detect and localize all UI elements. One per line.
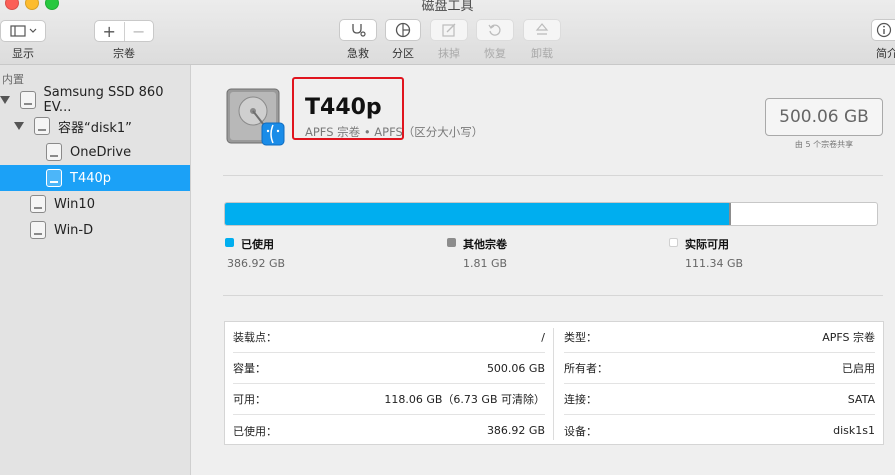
sidebar-item-label: 容器“disk1”: [58, 120, 132, 136]
info-value: APFS 宗卷: [822, 331, 875, 344]
toolbar: 磁盘工具 显示 + − 宗卷 急救 分区 抹掉 恢复 卸载 简介: [0, 0, 895, 65]
section-divider: [223, 295, 883, 296]
volume-disk-icon: [46, 169, 62, 187]
sidebar-item-samsung-ssd[interactable]: Samsung SSD 860 EV...: [0, 85, 190, 115]
usage-bar-used-segment: [225, 203, 729, 225]
section-divider: [223, 175, 883, 176]
info-key: 可用：: [233, 393, 266, 406]
stethoscope-icon: [352, 24, 366, 37]
partition-label: 分区: [392, 47, 414, 60]
internal-disk-icon: [20, 91, 36, 109]
info-key: 已使用：: [233, 424, 277, 438]
legend-free-swatch: [669, 238, 678, 247]
sidebar-item-label: T440p: [70, 170, 112, 186]
plus-icon: +: [102, 21, 116, 41]
info-key: 容量：: [233, 362, 266, 375]
info-label: 简介: [876, 47, 895, 60]
add-volume-button[interactable]: +: [95, 21, 125, 41]
erase-label: 抹掉: [438, 47, 460, 60]
sidebar-item-win-d[interactable]: Win-D: [0, 217, 190, 243]
minus-icon: −: [132, 21, 146, 41]
sidebar-item-label: OneDrive: [70, 144, 132, 160]
info-value: disk1s1: [833, 424, 875, 437]
first-aid-label: 急救: [347, 47, 369, 60]
usage-bar-other-segment: [729, 203, 731, 225]
info-row-connection: 连接： SATA: [564, 384, 875, 415]
volume-label: 宗卷: [113, 47, 135, 60]
info-row-used: 已使用： 386.92 GB: [233, 415, 545, 446]
info-row-type: 类型： APFS 宗卷: [564, 322, 875, 353]
view-menu-button[interactable]: [0, 20, 46, 42]
sidebar-item-label: Win10: [54, 196, 95, 212]
usage-bar: [224, 202, 878, 226]
legend-other-swatch: [447, 238, 456, 247]
sidebar-item-container-disk1[interactable]: 容器“disk1”: [0, 113, 190, 139]
sidebar-item-win10[interactable]: Win10: [0, 191, 190, 217]
container-disk-icon: [34, 117, 50, 135]
disclosure-triangle-icon[interactable]: [0, 96, 10, 104]
info-key: 连接：: [564, 393, 597, 406]
info-value: SATA: [847, 392, 875, 406]
info-key: 所有者：: [564, 362, 608, 375]
sidebar: 内置 Samsung SSD 860 EV... 容器“disk1” OneDr…: [0, 65, 191, 475]
info-column-divider: [553, 328, 554, 440]
legend-other-value: 1.81 GB: [463, 257, 508, 270]
info-row-owners: 所有者： 已启用: [564, 353, 875, 384]
info-key: 设备：: [564, 424, 597, 438]
info-value: 已启用: [842, 362, 875, 375]
info-key: 装载点：: [233, 331, 277, 344]
info-table: 装载点： / 容量： 500.06 GB 可用： 118.06 GB（6.73 …: [224, 321, 884, 445]
partition-button[interactable]: [385, 19, 421, 41]
disclosure-triangle-icon[interactable]: [14, 122, 24, 130]
sidebar-item-label: Win-D: [54, 222, 94, 238]
info-key: 类型：: [564, 331, 597, 344]
window-title: 磁盘工具: [421, 0, 474, 14]
volume-name: T440p: [305, 95, 382, 120]
sidebar-item-label: Samsung SSD 860 EV...: [43, 85, 164, 115]
restore-icon: [488, 24, 501, 36]
restore-button[interactable]: [476, 19, 514, 41]
unmount-button[interactable]: [523, 19, 561, 41]
erase-button[interactable]: [430, 19, 468, 41]
sidebar-item-t440p[interactable]: T440p: [0, 165, 190, 191]
info-row-mount-point: 装载点： /: [233, 322, 545, 353]
capacity-value: 500.06 GB: [779, 107, 869, 127]
sidebar-toggle-icon: [10, 25, 37, 37]
sidebar-section-internal: 内置: [2, 73, 24, 86]
legend-used-value: 386.92 GB: [227, 257, 286, 270]
legend-used-label: 已使用: [241, 238, 274, 251]
legend-other-label: 其他宗卷: [463, 238, 507, 251]
info-icon: [876, 22, 891, 38]
info-value: 386.92 GB: [486, 424, 545, 437]
shared-note: 由 5 个宗卷共享: [794, 140, 854, 149]
legend-used-swatch: [225, 238, 234, 247]
hard-drive-icon: [226, 88, 285, 146]
info-row-device: 设备： disk1s1: [564, 415, 875, 446]
info-value: /: [541, 330, 545, 344]
volume-segmented-control: + −: [94, 20, 154, 42]
info-value: 118.06 GB（6.73 GB 可清除）: [384, 393, 545, 406]
main-panel: T440p APFS 宗卷 • APFS（区分大小写） 500.06 GB 由 …: [191, 65, 895, 475]
capacity-box: 500.06 GB: [765, 98, 883, 136]
volume-disk-icon: [30, 221, 46, 239]
first-aid-button[interactable]: [339, 19, 377, 41]
unmount-label: 卸载: [531, 47, 553, 60]
restore-label: 恢复: [484, 47, 506, 60]
sidebar-item-onedrive[interactable]: OneDrive: [0, 139, 190, 165]
info-value: 500.06 GB: [486, 361, 545, 375]
erase-icon: [442, 23, 456, 37]
info-button[interactable]: [871, 19, 895, 41]
volume-disk-icon: [30, 195, 46, 213]
volume-disk-icon: [46, 143, 62, 161]
legend-free-label: 实际可用: [685, 238, 729, 251]
pie-partition-icon: [395, 22, 411, 38]
legend-free-value: 111.34 GB: [685, 257, 744, 270]
info-row-capacity: 容量： 500.06 GB: [233, 353, 545, 384]
info-row-available: 可用： 118.06 GB（6.73 GB 可清除）: [233, 384, 545, 415]
volume-subtitle: APFS 宗卷 • APFS（区分大小写）: [305, 125, 484, 139]
remove-volume-button[interactable]: −: [125, 22, 154, 41]
eject-icon: [535, 23, 549, 35]
view-label: 显示: [12, 47, 34, 60]
